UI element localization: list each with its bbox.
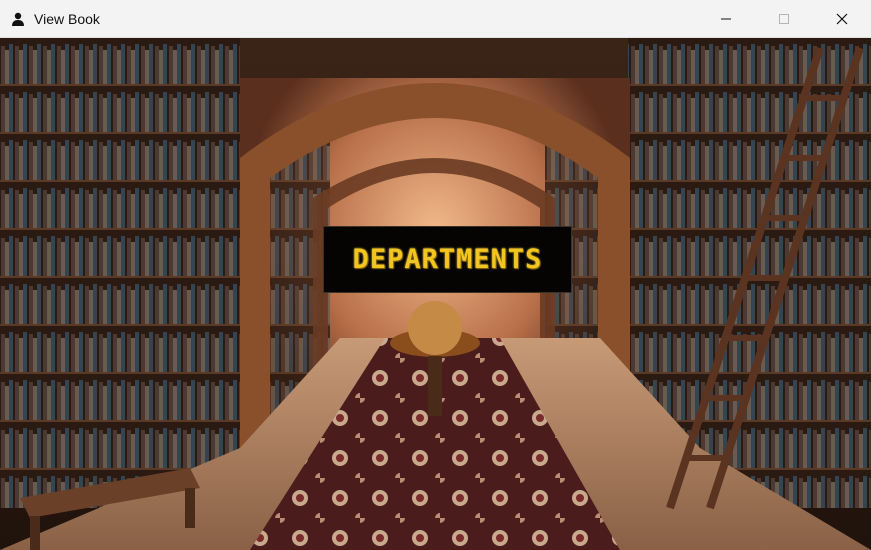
user-icon bbox=[12, 12, 24, 26]
app-window: View Book DEPARTMENTS bbox=[0, 0, 871, 550]
close-icon bbox=[836, 13, 848, 25]
window-controls bbox=[697, 0, 871, 38]
library-illustration bbox=[0, 38, 871, 550]
title-bar: View Book bbox=[0, 0, 871, 38]
minimize-button[interactable] bbox=[697, 0, 755, 38]
window-title: View Book bbox=[34, 10, 100, 27]
close-button[interactable] bbox=[813, 0, 871, 38]
departments-button[interactable]: DEPARTMENTS bbox=[323, 226, 572, 293]
library-background bbox=[0, 38, 871, 550]
minimize-icon bbox=[721, 18, 731, 20]
maximize-button[interactable] bbox=[755, 0, 813, 38]
maximize-icon bbox=[779, 14, 789, 24]
